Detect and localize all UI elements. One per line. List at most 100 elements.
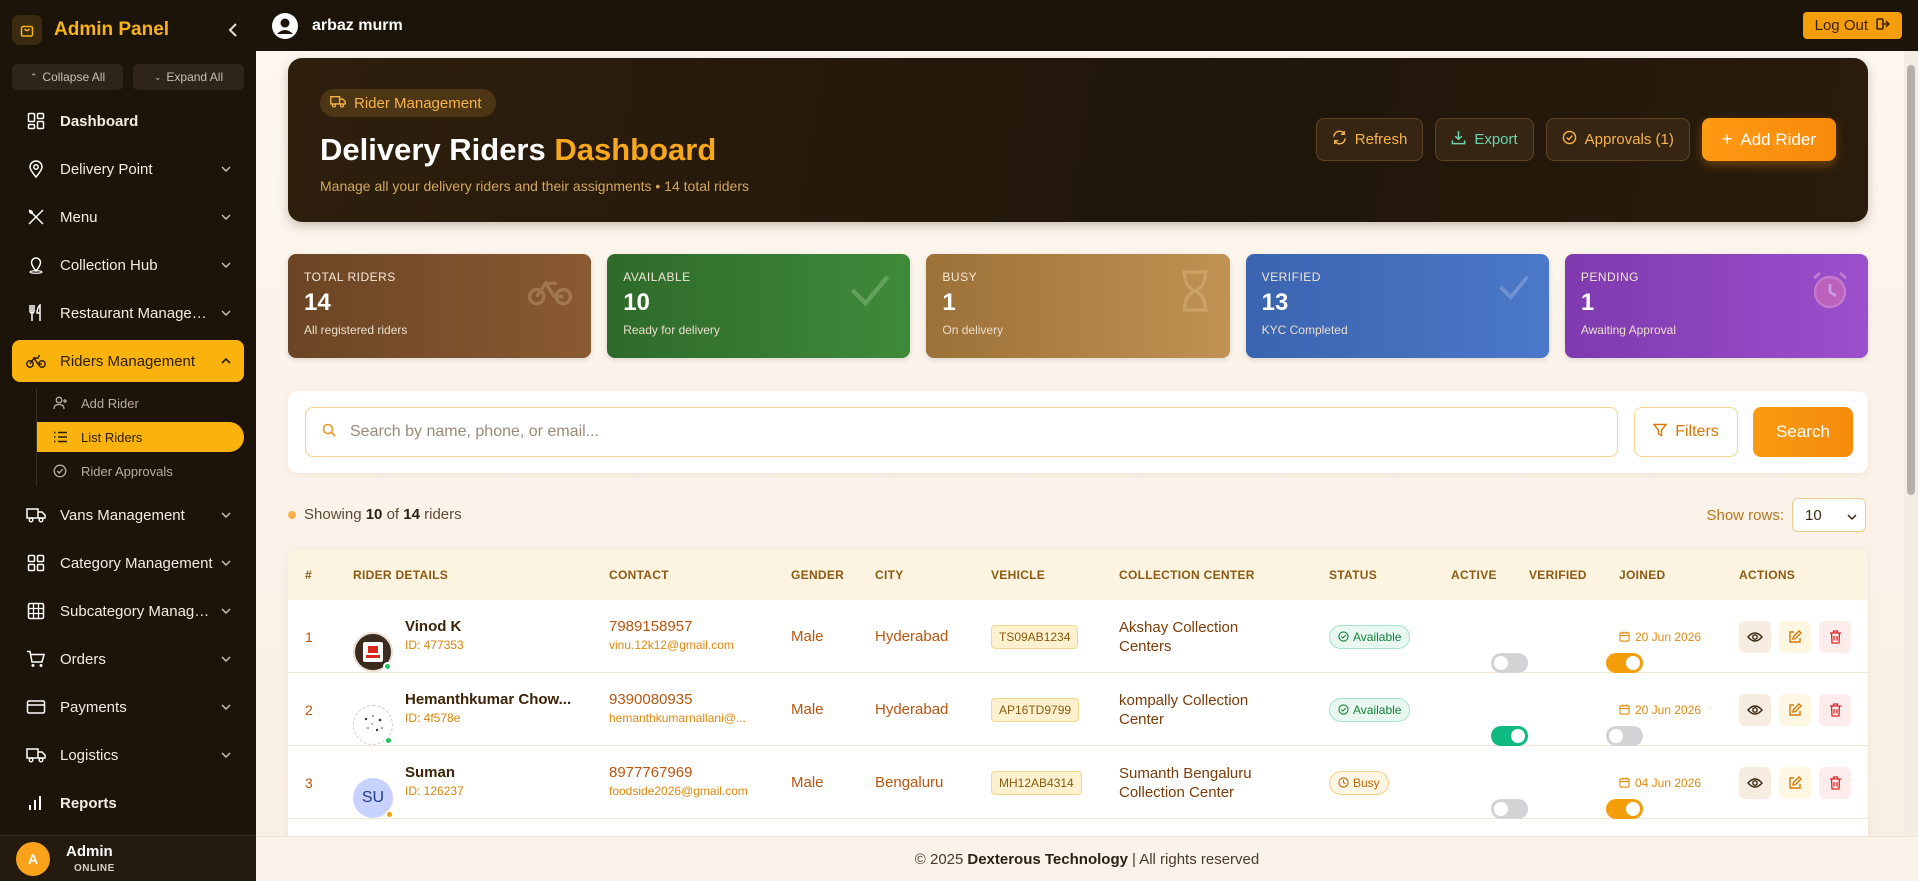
- stat-label: VERIFIED: [1261, 270, 1321, 284]
- export-button[interactable]: Export: [1435, 118, 1534, 161]
- verified-toggle[interactable]: [1606, 798, 1643, 819]
- chevrons-down-icon: ⌄: [153, 71, 162, 82]
- search-button[interactable]: Search: [1753, 407, 1853, 457]
- rider-city: Hyderabad: [875, 701, 949, 718]
- sidebar-subitem-rider-approvals[interactable]: Rider Approvals: [37, 456, 244, 486]
- section-badge-label: Rider Management: [354, 94, 482, 112]
- chevron-down-icon: [220, 608, 232, 614]
- table-icon: [26, 601, 46, 621]
- section-badge: Rider Management: [320, 89, 496, 117]
- sidebar-item-collection-hub[interactable]: Collection Hub: [12, 244, 244, 286]
- rider-email: vinu.12k12@gmail.com: [609, 638, 734, 652]
- top-bar: arbaz murm Log Out: [256, 0, 1918, 51]
- sidebar-item-payments[interactable]: Payments: [12, 686, 244, 728]
- sidebar-subitem-list-riders[interactable]: List Riders: [37, 422, 244, 452]
- result-count: Showing 10 of 14 riders: [288, 506, 462, 523]
- chevron-down-icon: [220, 214, 232, 220]
- logout-button[interactable]: Log Out: [1802, 12, 1902, 39]
- edit-button[interactable]: [1779, 620, 1811, 653]
- truck-icon: [26, 505, 46, 525]
- filters-button[interactable]: Filters: [1634, 407, 1738, 457]
- view-button[interactable]: [1739, 620, 1771, 653]
- rider-city: Hyderabad: [875, 628, 949, 645]
- chevron-down-icon: [220, 752, 232, 758]
- filter-icon: [1652, 423, 1668, 442]
- sidebar-item-category-management[interactable]: Category Management: [12, 542, 244, 584]
- delete-button[interactable]: [1819, 620, 1851, 653]
- edit-button[interactable]: [1779, 766, 1811, 799]
- active-toggle[interactable]: [1491, 798, 1528, 819]
- sidebar-item-label: Payments: [60, 698, 127, 716]
- scrollbar-thumb[interactable]: [1907, 65, 1915, 495]
- rider-id: ID: 477353: [405, 638, 464, 652]
- table-row[interactable]: 1 Vinod K ID: 477353 7989158957 vinu.12k…: [288, 600, 1868, 673]
- row-actions: [1739, 620, 1851, 653]
- utensils-icon: [26, 207, 46, 227]
- edit-button[interactable]: [1779, 693, 1811, 726]
- online-indicator: [383, 662, 392, 671]
- active-toggle[interactable]: [1491, 652, 1528, 673]
- rider-name[interactable]: Suman: [405, 764, 464, 781]
- approvals-button[interactable]: Approvals (1): [1545, 118, 1690, 161]
- sidebar-item-restaurant-management[interactable]: Restaurant Management: [12, 292, 244, 334]
- sidebar-item-orders[interactable]: Orders: [12, 638, 244, 680]
- online-indicator: [384, 736, 393, 745]
- stat-desc: Awaiting Approval: [1580, 323, 1676, 337]
- sidebar-header: Admin Panel: [0, 0, 256, 60]
- sidebar-item-riders-management[interactable]: Riders Management: [12, 340, 244, 382]
- sidebar-item-subcategory-management[interactable]: Subcategory Management: [12, 590, 244, 632]
- verified-toggle[interactable]: [1606, 652, 1643, 673]
- edit-icon: [1789, 629, 1802, 643]
- alarm-clock-icon: [1810, 270, 1850, 315]
- verified-toggle[interactable]: [1606, 725, 1643, 746]
- col-header: STATUS: [1329, 567, 1378, 582]
- vehicle-number: AP16TD9799: [991, 697, 1080, 722]
- check-circle-icon: [1338, 631, 1349, 642]
- status-dot: [288, 510, 296, 519]
- sidebar-subitem-add-rider[interactable]: Add Rider: [37, 388, 244, 418]
- delete-button[interactable]: [1819, 766, 1851, 799]
- chevron-down-icon: [220, 704, 232, 710]
- sidebar-item-delivery-point[interactable]: Delivery Point: [12, 148, 244, 190]
- rider-name[interactable]: Vinod K: [405, 618, 464, 635]
- table-row[interactable]: 3 SU Suman ID: 126237 8977767969 foodsid…: [288, 746, 1868, 819]
- collapse-all-button[interactable]: ⌃ Collapse All: [12, 64, 123, 90]
- vertical-scrollbar[interactable]: [1904, 51, 1918, 836]
- dashboard-icon: [26, 111, 46, 131]
- check-icon: [1497, 270, 1531, 309]
- rider-name[interactable]: Hemanthkumar Chow...: [405, 691, 571, 708]
- sidebar-item-reports[interactable]: Reports: [12, 782, 244, 824]
- sidebar-item-menu[interactable]: Menu: [12, 196, 244, 238]
- truck-icon: [26, 745, 46, 765]
- delete-button[interactable]: [1819, 693, 1851, 726]
- rows-select[interactable]: 10: [1792, 498, 1866, 532]
- sidebar-item-label: Category Management: [60, 554, 213, 572]
- sidebar-item-dashboard[interactable]: Dashboard: [12, 100, 244, 142]
- refresh-button[interactable]: Refresh: [1315, 118, 1424, 161]
- add-rider-label: Add Rider: [1740, 129, 1816, 149]
- chevron-up-icon: [220, 358, 232, 364]
- stats-row: TOTAL RIDERS 14 All registered riders AV…: [288, 254, 1869, 358]
- view-button[interactable]: [1739, 766, 1771, 799]
- riders-table: # RIDER DETAILS CONTACT GENDER CITY VEHI…: [288, 549, 1868, 836]
- collection-center: Sumanth Bengaluru Collection Center: [1119, 764, 1252, 801]
- eye-icon: [1747, 631, 1763, 642]
- collapse-sidebar-icon[interactable]: [222, 23, 244, 37]
- chevron-down-icon: [1847, 507, 1857, 524]
- busy-indicator: [385, 810, 394, 819]
- view-button[interactable]: [1739, 693, 1771, 726]
- sidebar-item-vans-management[interactable]: Vans Management: [12, 494, 244, 536]
- expand-all-button[interactable]: ⌄ Expand All: [133, 64, 244, 90]
- search-box[interactable]: [305, 407, 1618, 457]
- location-icon: [26, 255, 46, 275]
- rider-phone: 9390080935: [609, 691, 693, 708]
- sidebar-item-label: Collection Hub: [60, 256, 158, 274]
- fork-knife-icon: [26, 303, 46, 323]
- sidebar-subitem-label: Rider Approvals: [81, 463, 173, 479]
- page-title-highlight: Dashboard: [554, 132, 717, 167]
- add-rider-button[interactable]: + Add Rider: [1701, 118, 1836, 161]
- sidebar-item-logistics[interactable]: Logistics: [12, 734, 244, 776]
- active-toggle[interactable]: [1491, 725, 1528, 746]
- search-input[interactable]: [350, 423, 1550, 441]
- table-row[interactable]: 2 Hemanthkumar Chow... ID: 4f578e 939008…: [288, 673, 1868, 746]
